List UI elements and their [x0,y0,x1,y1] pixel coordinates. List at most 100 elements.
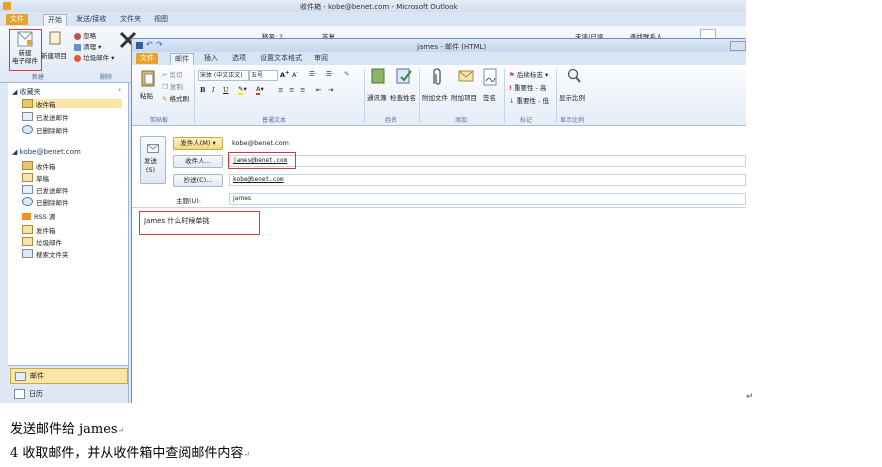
bold-button[interactable]: B [200,86,206,94]
font-color-button[interactable]: A▾ [256,85,264,95]
italic-button[interactable]: I [212,86,215,94]
signature-label: 签名 [483,94,496,102]
from-button[interactable]: 发件人(M) ▾ [173,137,223,150]
attach-file-button[interactable]: 附加文件 [422,68,450,110]
clear-format-icon[interactable]: ✎ [344,70,349,78]
signature-button[interactable]: 签名 [481,68,499,110]
clean-label: 清理 [83,43,97,51]
clean-button[interactable]: 清理 ▾ [74,41,101,51]
tab-send-receive[interactable]: 发送/接收 [72,14,110,25]
align-center-button[interactable]: ≡ [289,86,294,94]
undo-icon[interactable]: ↶ [146,40,153,49]
zoom-button[interactable]: 显示比例 [559,68,589,110]
save-icon[interactable] [136,42,143,49]
tab-home[interactable]: 开始 [43,14,67,26]
account-inbox[interactable]: 收件箱 [22,161,56,171]
follow-up-button[interactable]: ⚑ 后续标志 ▾ [509,69,548,79]
account-header-label: kobe@benet.com [19,148,81,156]
caption-line-1-text: 发送邮件给 james [10,422,118,437]
include-group-label: 添加 [455,117,468,124]
inbox-icon [22,161,33,170]
zoom-label: 显示比例 [559,94,585,102]
copy-button[interactable]: ❐ 复制 [162,81,183,91]
message-body[interactable]: James 什么时候单挑 [132,207,746,403]
align-right-button[interactable]: ≡ [300,86,305,94]
tab-file[interactable]: 文件 [6,14,28,25]
sent-folder-icon [22,185,33,194]
redo-icon[interactable]: ↷ [156,40,163,49]
favorites-sent[interactable]: 已发送邮件 [22,112,69,122]
compose-title: james - 邮件 (HTML) [417,43,487,51]
high-importance-button[interactable]: ! 重要性 - 高 [509,82,547,92]
compose-tab-format-text[interactable]: 设置文本格式 [256,53,306,64]
cut-button[interactable]: ✂ 剪切 [162,69,183,79]
attach-file-label: 附加文件 [422,94,448,102]
favorites-deleted[interactable]: 已删除邮件 [22,125,69,135]
check-names-button[interactable]: 检查姓名 [390,68,418,110]
highlight-color-button[interactable]: ✎▾ [238,85,247,95]
paragraph-mark-icon: ↵ [746,392,754,402]
account-header[interactable]: ◢ kobe@benet.com [12,148,81,156]
low-importance-button[interactable]: ↓ 重要性 - 低 [509,95,549,105]
address-book-button[interactable]: 通讯簿 [367,68,388,110]
favorites-header[interactable]: ◢ 收藏夹 [12,87,41,97]
align-left-button[interactable]: ≡ [278,86,283,94]
collapse-nav-icon[interactable]: ‹ [118,85,121,94]
bullets-button[interactable]: ☰· [309,70,317,78]
underline-button[interactable]: U [223,86,228,94]
numbering-button[interactable]: ☰· [326,70,334,78]
account-junk[interactable]: 垃圾邮件 [22,237,62,247]
paragraph-mark-icon: ↵ [117,426,125,435]
account-rss[interactable]: RSS 源 [22,213,55,222]
main-window-title: 收件箱 - kobe@benet.com - Microsoft Outlook [300,3,458,11]
compose-ribbon-tabs: 文件 邮件 插入 选项 设置文本格式 审阅 [132,52,746,65]
grow-font-button[interactable]: A+ [280,70,290,79]
send-button[interactable]: 发送 (S) [140,136,166,184]
tab-view[interactable]: 视图 [150,14,172,25]
low-importance-icon: ↓ [509,97,515,105]
junk-button[interactable]: 垃圾邮件 ▾ [74,52,114,62]
paste-button[interactable]: 粘贴 [137,68,159,108]
subject-field[interactable]: james [229,193,746,205]
main-title-bar: 收件箱 - kobe@benet.com - Microsoft Outlook [0,0,746,12]
compose-tab-message[interactable]: 邮件 [170,53,194,65]
new-items-label: 新建项目 [41,52,67,60]
account-sent[interactable]: 已发送邮件 [22,185,69,195]
deleted-folder-icon [22,197,33,206]
outlook-logo-icon [3,2,11,10]
tab-folder[interactable]: 文件夹 [116,14,145,25]
format-painter-button[interactable]: ✎ 格式刷 [162,93,189,103]
caption-line-2-text: 4 收取邮件，并从收件箱中查阅邮件内容 [10,446,244,461]
increase-indent-button[interactable]: ⇥ [328,86,333,94]
font-name-select[interactable]: 宋体 (中文正文) [198,70,249,81]
group-new-label: 新建 [32,74,45,81]
decrease-indent-button[interactable]: ⇤ [316,86,321,94]
cc-field[interactable]: kobe@benet.com [229,174,746,186]
cc-button[interactable]: 抄送(C)... [173,174,223,187]
account-search-folders[interactable]: 搜索文件夹 [22,249,69,259]
new-items-button[interactable]: 新建项目 [41,30,67,66]
attach-item-button[interactable]: 附加项目 [451,68,479,110]
compose-tab-review[interactable]: 审阅 [310,53,332,64]
to-button[interactable]: 收件人... [173,155,223,168]
favorites-inbox[interactable]: 收件箱 [22,99,122,109]
nav-calendar-button[interactable]: 日历 [10,387,126,401]
compose-tab-file[interactable]: 文件 [136,53,158,64]
minimize-button[interactable] [730,41,746,51]
account-outbox[interactable]: 发件箱 [22,225,56,235]
compose-tab-options[interactable]: 选项 [228,53,250,64]
ignore-button[interactable]: 忽略 [74,30,96,40]
group-delete-label: 删除 [100,74,113,81]
compose-title-bar: ↶ ↷ james - 邮件 (HTML) [132,39,746,52]
copy-label: 复制 [169,83,183,91]
shrink-font-button[interactable]: A- [292,70,298,79]
nav-mail-button[interactable]: 邮件 [10,368,128,384]
font-size-select[interactable]: 五号 [249,70,278,81]
account-deleted[interactable]: 已删除邮件 [22,197,69,207]
address-book-label: 通讯簿 [367,94,387,102]
mail-icon [15,371,26,381]
account-drafts-label: 草稿 [36,175,49,183]
compose-tab-insert[interactable]: 插入 [200,53,222,64]
to-field[interactable]: james@benet.com [229,155,746,167]
account-drafts[interactable]: 草稿 [22,173,49,183]
